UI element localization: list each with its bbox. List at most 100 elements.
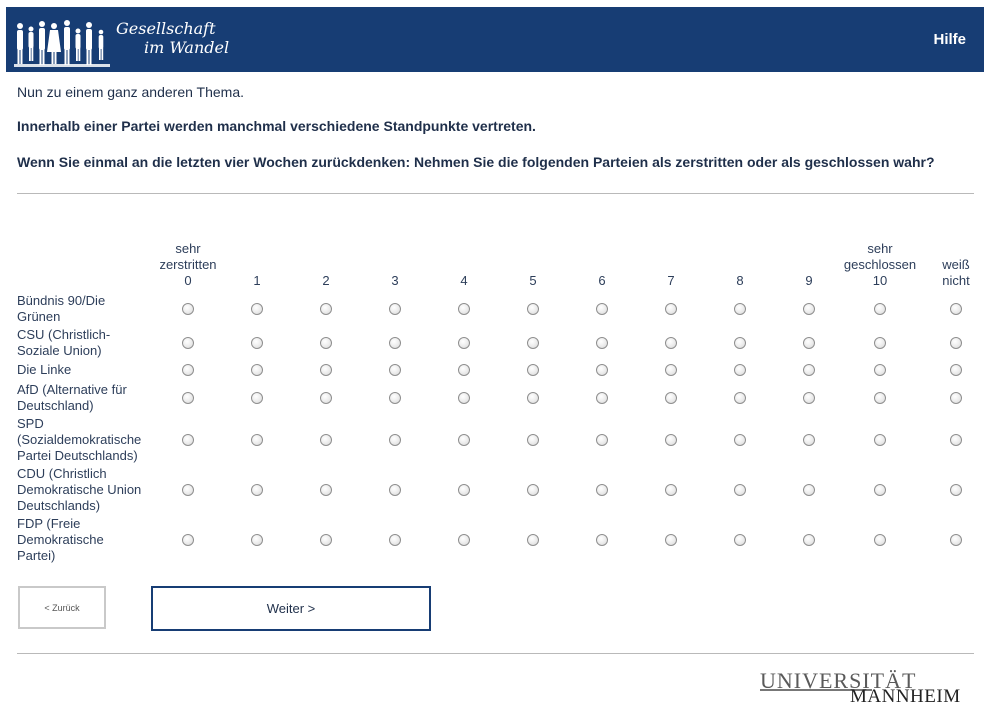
logo-line-2: im Wandel — [144, 38, 230, 57]
rating-radio[interactable] — [182, 534, 194, 546]
back-button[interactable]: < Zurück — [18, 586, 106, 629]
rating-radio[interactable] — [251, 434, 263, 446]
rating-radio[interactable] — [803, 534, 815, 546]
rating-radio[interactable] — [803, 434, 815, 446]
rating-radio[interactable] — [458, 303, 470, 315]
rating-radio[interactable] — [803, 484, 815, 496]
rating-radio[interactable] — [596, 534, 608, 546]
rating-radio[interactable] — [665, 484, 677, 496]
rating-radio[interactable] — [251, 392, 263, 404]
rating-radio[interactable] — [734, 434, 746, 446]
rating-radio[interactable] — [950, 484, 962, 496]
rating-radio[interactable] — [320, 364, 332, 376]
party-label: Die Linke — [17, 362, 157, 378]
rating-radio[interactable] — [874, 484, 886, 496]
rating-radio[interactable] — [251, 303, 263, 315]
rating-radio[interactable] — [874, 434, 886, 446]
rating-radio[interactable] — [734, 392, 746, 404]
rating-radio[interactable] — [950, 534, 962, 546]
rating-radio[interactable] — [734, 534, 746, 546]
rating-radio[interactable] — [874, 534, 886, 546]
rating-radio[interactable] — [182, 434, 194, 446]
rating-radio[interactable] — [874, 364, 886, 376]
rating-radio[interactable] — [596, 392, 608, 404]
rating-radio[interactable] — [458, 392, 470, 404]
rating-radio[interactable] — [803, 337, 815, 349]
rating-radio[interactable] — [458, 434, 470, 446]
rating-radio[interactable] — [389, 484, 401, 496]
party-label-line: CSU (Christlich- — [17, 327, 111, 342]
rating-radio[interactable] — [527, 392, 539, 404]
rating-radio[interactable] — [734, 484, 746, 496]
rating-radio[interactable] — [950, 364, 962, 376]
rating-radio[interactable] — [527, 434, 539, 446]
rating-radio[interactable] — [389, 534, 401, 546]
party-label: CSU (Christlich- Soziale Union) — [17, 327, 157, 359]
rating-radio[interactable] — [251, 364, 263, 376]
party-label-line: FDP (Freie — [17, 516, 81, 531]
help-link[interactable]: Hilfe — [933, 31, 966, 48]
rating-radio[interactable] — [734, 303, 746, 315]
rating-radio[interactable] — [950, 303, 962, 315]
party-label-line: Die Linke — [17, 362, 72, 377]
university-logo-line-2: MANNHEIM — [850, 686, 961, 707]
rating-radio[interactable] — [950, 392, 962, 404]
rating-radio[interactable] — [596, 484, 608, 496]
rating-radio[interactable] — [389, 364, 401, 376]
rating-radio[interactable] — [527, 337, 539, 349]
rating-radio[interactable] — [596, 337, 608, 349]
rating-radio[interactable] — [251, 534, 263, 546]
rating-radio[interactable] — [458, 534, 470, 546]
rating-radio[interactable] — [389, 434, 401, 446]
rating-radio[interactable] — [734, 337, 746, 349]
rating-radio[interactable] — [182, 484, 194, 496]
party-label: FDP (Freie Demokratische Partei) — [17, 516, 157, 564]
rating-radio[interactable] — [665, 364, 677, 376]
rating-radio[interactable] — [803, 392, 815, 404]
rating-radio[interactable] — [182, 392, 194, 404]
rating-radio[interactable] — [665, 434, 677, 446]
rating-radio[interactable] — [874, 303, 886, 315]
rating-radio[interactable] — [458, 364, 470, 376]
rating-radio[interactable] — [665, 534, 677, 546]
rating-radio[interactable] — [665, 337, 677, 349]
rating-radio[interactable] — [389, 392, 401, 404]
rating-radio[interactable] — [182, 364, 194, 376]
next-button[interactable]: Weiter > — [151, 586, 431, 631]
rating-radio[interactable] — [803, 364, 815, 376]
rating-radio[interactable] — [458, 484, 470, 496]
rating-radio[interactable] — [182, 303, 194, 315]
rating-radio[interactable] — [320, 303, 332, 315]
rating-radio[interactable] — [527, 534, 539, 546]
rating-radio[interactable] — [596, 303, 608, 315]
rating-radio[interactable] — [320, 337, 332, 349]
rating-radio[interactable] — [950, 337, 962, 349]
rating-radio[interactable] — [874, 392, 886, 404]
rating-radio[interactable] — [874, 337, 886, 349]
rating-radio[interactable] — [596, 364, 608, 376]
rating-radio[interactable] — [950, 434, 962, 446]
rating-radio[interactable] — [596, 434, 608, 446]
rating-radio[interactable] — [389, 337, 401, 349]
rating-radio[interactable] — [665, 392, 677, 404]
rating-radio[interactable] — [320, 534, 332, 546]
rating-radio[interactable] — [251, 484, 263, 496]
rating-radio[interactable] — [665, 303, 677, 315]
rating-radio[interactable] — [182, 337, 194, 349]
rating-radio[interactable] — [251, 337, 263, 349]
rating-radio[interactable] — [527, 364, 539, 376]
rating-radio[interactable] — [527, 484, 539, 496]
rating-radio[interactable] — [320, 434, 332, 446]
rating-radio[interactable] — [527, 303, 539, 315]
rating-radio[interactable] — [458, 337, 470, 349]
rating-radio[interactable] — [389, 303, 401, 315]
column-header-11: weiß nicht — [911, 257, 992, 289]
rating-radio[interactable] — [803, 303, 815, 315]
intro-text: Nun zu einem ganz anderen Thema. — [17, 84, 244, 100]
rating-radio[interactable] — [320, 484, 332, 496]
party-label-line: Partei) — [17, 548, 56, 563]
rating-radio[interactable] — [320, 392, 332, 404]
party-label-line: AfD (Alternative für — [17, 382, 127, 397]
party-label-line: Grünen — [17, 309, 61, 324]
rating-radio[interactable] — [734, 364, 746, 376]
